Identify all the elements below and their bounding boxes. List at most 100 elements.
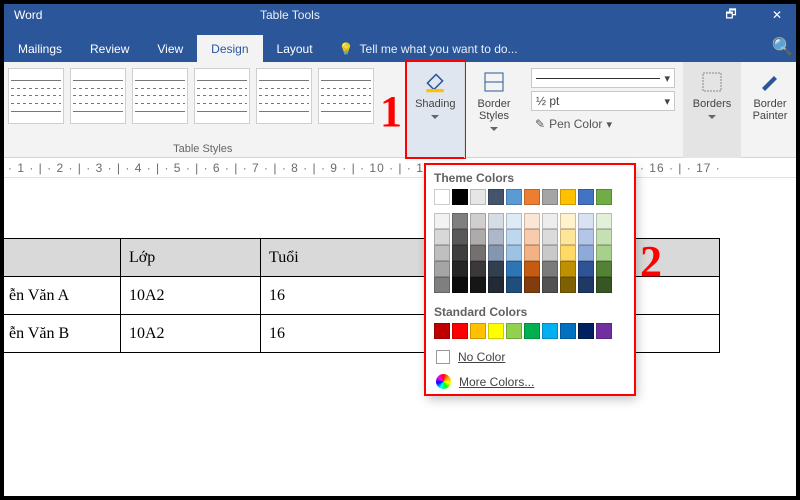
group-label: Table Styles <box>0 143 406 158</box>
color-swatch[interactable] <box>524 229 540 245</box>
color-swatch[interactable] <box>452 245 468 261</box>
border-painter-button[interactable]: Border Painter <box>741 62 799 158</box>
color-swatch[interactable] <box>596 277 612 293</box>
color-swatch[interactable] <box>488 277 504 293</box>
table-style-option[interactable] <box>70 68 126 124</box>
color-swatch[interactable] <box>560 323 576 339</box>
restore-button[interactable]: 🗗 <box>708 0 754 30</box>
table-style-option[interactable] <box>256 68 312 124</box>
color-swatch[interactable] <box>578 189 594 205</box>
color-swatch[interactable] <box>470 245 486 261</box>
color-swatch[interactable] <box>524 213 540 229</box>
tab-design[interactable]: Design <box>197 35 262 62</box>
color-swatch[interactable] <box>434 189 450 205</box>
color-swatch[interactable] <box>560 277 576 293</box>
pen-weight-select[interactable]: ½ pt▾ <box>531 91 675 111</box>
color-swatch[interactable] <box>578 229 594 245</box>
color-swatch[interactable] <box>560 261 576 277</box>
color-swatch[interactable] <box>434 277 450 293</box>
dropdown-arrow-icon <box>490 124 498 138</box>
tell-me[interactable]: 💡 Tell me what you want to do... <box>327 35 530 62</box>
context-tab-title: Table Tools <box>260 8 320 22</box>
color-swatch[interactable] <box>542 323 558 339</box>
tab-layout[interactable]: Layout <box>263 35 327 62</box>
color-swatch[interactable] <box>542 245 558 261</box>
tab-review[interactable]: Review <box>76 35 143 62</box>
color-swatch[interactable] <box>434 323 450 339</box>
pen-icon: ✎ <box>535 117 545 131</box>
table-style-option[interactable] <box>132 68 188 124</box>
color-swatch[interactable] <box>506 261 522 277</box>
color-swatch[interactable] <box>578 245 594 261</box>
color-swatch[interactable] <box>434 213 450 229</box>
color-swatch[interactable] <box>470 189 486 205</box>
color-swatch[interactable] <box>452 277 468 293</box>
color-swatch[interactable] <box>596 213 612 229</box>
borders-button[interactable]: Borders <box>683 62 741 158</box>
tab-view[interactable]: View <box>143 35 197 62</box>
color-swatch[interactable] <box>452 323 468 339</box>
color-swatch[interactable] <box>560 213 576 229</box>
color-swatch[interactable] <box>578 213 594 229</box>
color-swatch[interactable] <box>560 189 576 205</box>
color-swatch[interactable] <box>542 229 558 245</box>
color-swatch[interactable] <box>470 261 486 277</box>
color-swatch[interactable] <box>596 229 612 245</box>
document-area[interactable]: Lớp Tuổi ễn Văn A 10A2 16 Quận Thủ Đức ễ… <box>0 178 800 353</box>
color-swatch[interactable] <box>470 277 486 293</box>
color-swatch[interactable] <box>506 189 522 205</box>
more-colors-option[interactable]: More Colors... <box>426 369 634 394</box>
color-swatch[interactable] <box>524 261 540 277</box>
color-swatch[interactable] <box>524 323 540 339</box>
color-wheel-icon <box>436 374 451 389</box>
color-swatch[interactable] <box>434 261 450 277</box>
pen-color-button[interactable]: ✎Pen Color ▾ <box>531 114 675 134</box>
pen-style-select[interactable]: ▾ <box>531 68 675 88</box>
color-swatch[interactable] <box>560 229 576 245</box>
tab-mailings[interactable]: Mailings <box>4 35 76 62</box>
color-swatch[interactable] <box>596 245 612 261</box>
color-swatch[interactable] <box>524 277 540 293</box>
color-swatch[interactable] <box>578 277 594 293</box>
color-swatch[interactable] <box>578 261 594 277</box>
color-swatch[interactable] <box>452 213 468 229</box>
color-swatch[interactable] <box>488 189 504 205</box>
table-style-option[interactable] <box>318 68 374 124</box>
color-swatch[interactable] <box>488 245 504 261</box>
color-swatch[interactable] <box>542 189 558 205</box>
color-swatch[interactable] <box>470 323 486 339</box>
color-swatch[interactable] <box>542 213 558 229</box>
color-swatch[interactable] <box>506 213 522 229</box>
color-swatch[interactable] <box>470 229 486 245</box>
no-color-option[interactable]: No Color <box>426 345 634 369</box>
border-styles-button[interactable]: Border Styles <box>465 62 523 158</box>
color-swatch[interactable] <box>488 323 504 339</box>
color-swatch[interactable] <box>506 277 522 293</box>
color-swatch[interactable] <box>524 245 540 261</box>
color-swatch[interactable] <box>524 189 540 205</box>
color-swatch[interactable] <box>488 229 504 245</box>
color-swatch[interactable] <box>452 261 468 277</box>
search-icon[interactable]: 🔍 <box>772 37 794 58</box>
color-swatch[interactable] <box>488 213 504 229</box>
close-button[interactable]: ✕ <box>754 0 800 30</box>
color-swatch[interactable] <box>434 245 450 261</box>
color-swatch[interactable] <box>596 323 612 339</box>
color-swatch[interactable] <box>542 261 558 277</box>
color-swatch[interactable] <box>506 229 522 245</box>
color-swatch[interactable] <box>434 229 450 245</box>
color-swatch[interactable] <box>542 277 558 293</box>
color-swatch[interactable] <box>452 189 468 205</box>
color-swatch[interactable] <box>578 323 594 339</box>
color-swatch[interactable] <box>560 245 576 261</box>
color-swatch[interactable] <box>596 261 612 277</box>
color-swatch[interactable] <box>506 245 522 261</box>
color-swatch[interactable] <box>506 323 522 339</box>
color-swatch[interactable] <box>452 229 468 245</box>
color-swatch[interactable] <box>596 189 612 205</box>
table-style-option[interactable] <box>194 68 250 124</box>
shading-button[interactable]: Shading <box>407 62 465 157</box>
color-swatch[interactable] <box>488 261 504 277</box>
color-swatch[interactable] <box>470 213 486 229</box>
table-style-option[interactable] <box>8 68 64 124</box>
